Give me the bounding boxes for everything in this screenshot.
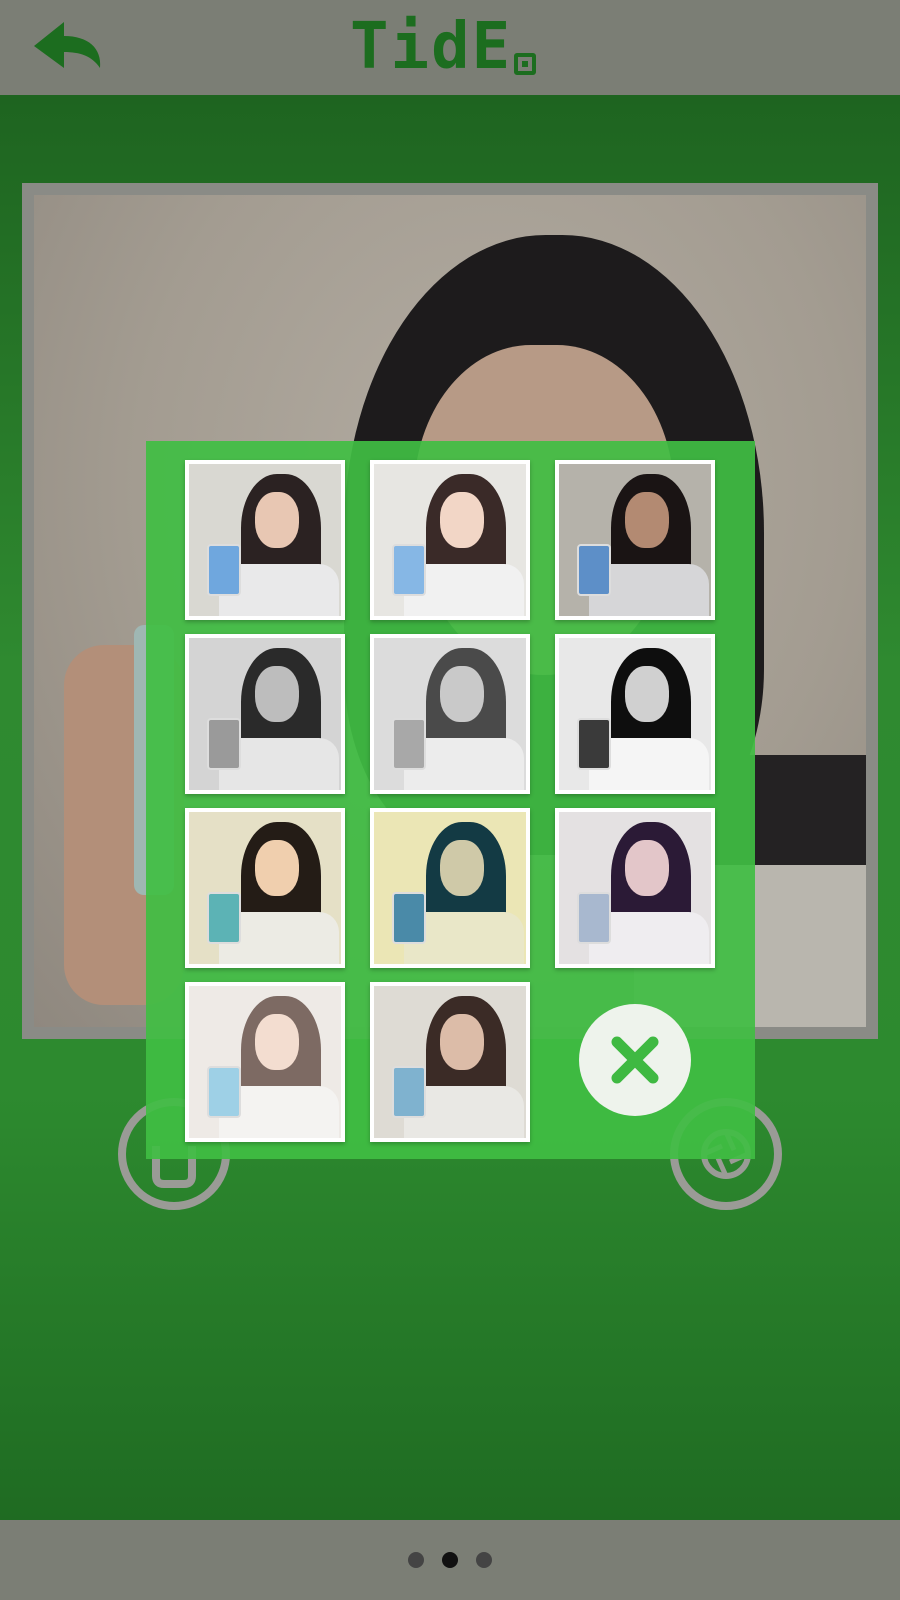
page-dot-3[interactable] xyxy=(476,1552,492,1568)
close-button[interactable] xyxy=(579,1004,691,1116)
app-logo: TidE xyxy=(350,12,550,82)
page-dot-1[interactable] xyxy=(408,1552,424,1568)
filter-thumb-high-contrast-bw[interactable] xyxy=(555,634,715,794)
filter-thumb-cyan-cross[interactable] xyxy=(370,808,530,968)
back-arrow-icon xyxy=(34,22,101,68)
footer-bar xyxy=(0,1520,900,1600)
filter-thumb-grayscale[interactable] xyxy=(185,634,345,794)
filter-thumb-faded[interactable] xyxy=(185,982,345,1142)
filter-thumb-bright[interactable] xyxy=(370,460,530,620)
back-button[interactable] xyxy=(30,18,108,78)
page-dot-2-active[interactable] xyxy=(442,1552,458,1568)
header-bar: TidE xyxy=(0,0,900,96)
filter-selection-panel xyxy=(146,441,755,1159)
logo-text: TidE xyxy=(350,10,513,84)
filter-thumb-purple[interactable] xyxy=(555,808,715,968)
logo-q-mark-icon xyxy=(514,53,537,75)
filter-thumb-light-gray[interactable] xyxy=(370,634,530,794)
page-indicator xyxy=(408,1552,492,1568)
filter-thumb-original[interactable] xyxy=(185,460,345,620)
filter-thumb-dark[interactable] xyxy=(555,460,715,620)
filter-thumb-warm[interactable] xyxy=(185,808,345,968)
filter-thumb-vintage[interactable] xyxy=(370,982,530,1142)
close-icon xyxy=(611,1036,659,1084)
